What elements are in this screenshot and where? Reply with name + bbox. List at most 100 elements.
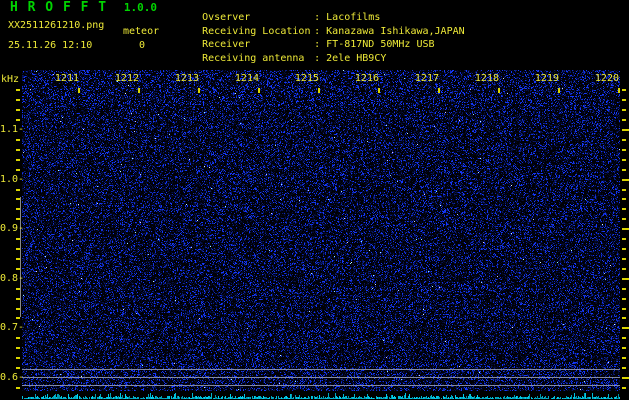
info-separator: : bbox=[314, 53, 321, 64]
signal-level-strip bbox=[22, 392, 620, 400]
freq-major-tick-right bbox=[622, 228, 629, 231]
freq-minor-tick bbox=[16, 158, 20, 161]
time-tick-label: 1219 bbox=[534, 73, 559, 84]
freq-minor-tick bbox=[16, 138, 20, 141]
freq-minor-tick bbox=[16, 367, 20, 370]
freq-tick-label: 0.8- bbox=[0, 272, 25, 284]
freq-minor-tick-right bbox=[622, 168, 626, 171]
freq-minor-tick bbox=[16, 337, 20, 340]
freq-minor-tick bbox=[16, 248, 20, 251]
app-title: H R O F F T 1.0.0 bbox=[10, 0, 158, 15]
freq-minor-tick-right bbox=[622, 297, 626, 300]
freq-minor-tick bbox=[16, 188, 20, 191]
freq-minor-tick-right bbox=[622, 248, 626, 251]
freq-minor-tick bbox=[16, 386, 20, 389]
freq-minor-tick-right bbox=[622, 89, 626, 92]
freq-major-tick-right bbox=[622, 327, 629, 330]
freq-minor-tick bbox=[16, 267, 20, 270]
freq-minor-tick bbox=[16, 317, 20, 320]
meteor-counter-label: meteor bbox=[123, 26, 160, 37]
level-line bbox=[22, 369, 620, 370]
freq-minor-tick-right bbox=[622, 257, 626, 260]
spectrogram-canvas bbox=[22, 70, 620, 391]
time-tick bbox=[438, 88, 440, 93]
freq-minor-tick-right bbox=[622, 99, 626, 102]
freq-minor-tick bbox=[16, 89, 20, 92]
time-tick-label: 1216 bbox=[354, 73, 379, 84]
counting-band-line bbox=[20, 197, 21, 317]
freq-minor-tick-right bbox=[622, 208, 626, 211]
freq-major-tick-right bbox=[622, 128, 629, 131]
time-tick-label: 1218 bbox=[474, 73, 499, 84]
time-tick-label: 1213 bbox=[174, 73, 199, 84]
freq-minor-tick bbox=[16, 208, 20, 211]
output-filename: XX2511261210.png bbox=[8, 20, 105, 31]
freq-minor-tick-right bbox=[622, 148, 626, 151]
hrofft-screen: H R O F F T 1.0.0 XX2511261210.png meteo… bbox=[0, 0, 629, 400]
freq-minor-tick-right bbox=[622, 119, 626, 122]
freq-minor-tick-right bbox=[622, 386, 626, 389]
freq-minor-tick-right bbox=[622, 287, 626, 290]
freq-minor-tick-right bbox=[622, 198, 626, 201]
freq-minor-tick bbox=[16, 357, 20, 360]
time-tick-label: 1211 bbox=[54, 73, 79, 84]
time-tick-label: 1220 bbox=[594, 73, 619, 84]
time-tick-label: 1215 bbox=[294, 73, 319, 84]
freq-minor-tick bbox=[16, 148, 20, 151]
freq-minor-tick-right bbox=[622, 347, 626, 350]
freq-minor-tick bbox=[16, 119, 20, 122]
freq-minor-tick-right bbox=[622, 307, 626, 310]
info-value: 2ele HB9CY bbox=[326, 53, 387, 64]
freq-minor-tick-right bbox=[622, 109, 626, 112]
freq-major-tick-right bbox=[622, 178, 629, 181]
time-tick bbox=[258, 88, 260, 93]
time-tick-label: 1214 bbox=[234, 73, 259, 84]
freq-minor-tick bbox=[16, 218, 20, 221]
level-line bbox=[22, 385, 620, 386]
freq-tick-label: 1.0- bbox=[0, 173, 25, 185]
time-tick bbox=[318, 88, 320, 93]
time-tick-label: 1212 bbox=[114, 73, 139, 84]
time-tick bbox=[618, 88, 620, 93]
level-line bbox=[22, 377, 620, 378]
time-tick bbox=[498, 88, 500, 93]
freq-major-tick-right bbox=[622, 277, 629, 280]
freq-minor-tick bbox=[16, 99, 20, 102]
time-tick-label: 1217 bbox=[414, 73, 439, 84]
freq-minor-tick bbox=[16, 307, 20, 310]
datetime: 25.11.26 12:10 bbox=[8, 40, 93, 51]
freq-minor-tick bbox=[16, 297, 20, 300]
freq-minor-tick-right bbox=[622, 138, 626, 141]
freq-minor-tick-right bbox=[622, 317, 626, 320]
time-tick bbox=[378, 88, 380, 93]
time-tick bbox=[558, 88, 560, 93]
app-version: 1.0.0 bbox=[123, 1, 158, 14]
freq-tick-label: 0.9- bbox=[0, 223, 25, 235]
freq-minor-tick-right bbox=[622, 188, 626, 191]
freq-minor-tick-right bbox=[622, 158, 626, 161]
freq-minor-tick-right bbox=[622, 367, 626, 370]
freq-minor-tick bbox=[16, 238, 20, 241]
freq-tick-label: 0.7- bbox=[0, 322, 25, 334]
freq-minor-tick bbox=[16, 287, 20, 290]
app-name: H R O F F T bbox=[10, 0, 108, 15]
time-tick bbox=[78, 88, 80, 93]
time-tick bbox=[198, 88, 200, 93]
freq-minor-tick-right bbox=[622, 267, 626, 270]
freq-tick-label: 0.6- bbox=[0, 372, 25, 383]
meteor-counter-value: 0 bbox=[139, 40, 146, 51]
freq-minor-tick-right bbox=[622, 218, 626, 221]
time-tick bbox=[138, 88, 140, 93]
freq-minor-tick-right bbox=[622, 238, 626, 241]
info-label: Receiving antenna bbox=[202, 53, 305, 64]
freq-minor-tick bbox=[16, 198, 20, 201]
freq-tick-label: 1.1- bbox=[0, 124, 25, 135]
freq-minor-tick bbox=[16, 109, 20, 112]
freq-minor-tick bbox=[16, 257, 20, 260]
freq-minor-tick bbox=[16, 168, 20, 171]
freq-major-tick-right bbox=[622, 376, 629, 379]
freq-minor-tick-right bbox=[622, 357, 626, 360]
freq-minor-tick-right bbox=[622, 337, 626, 340]
khz-axis-label: kHz bbox=[1, 74, 20, 85]
freq-minor-tick bbox=[16, 347, 20, 350]
